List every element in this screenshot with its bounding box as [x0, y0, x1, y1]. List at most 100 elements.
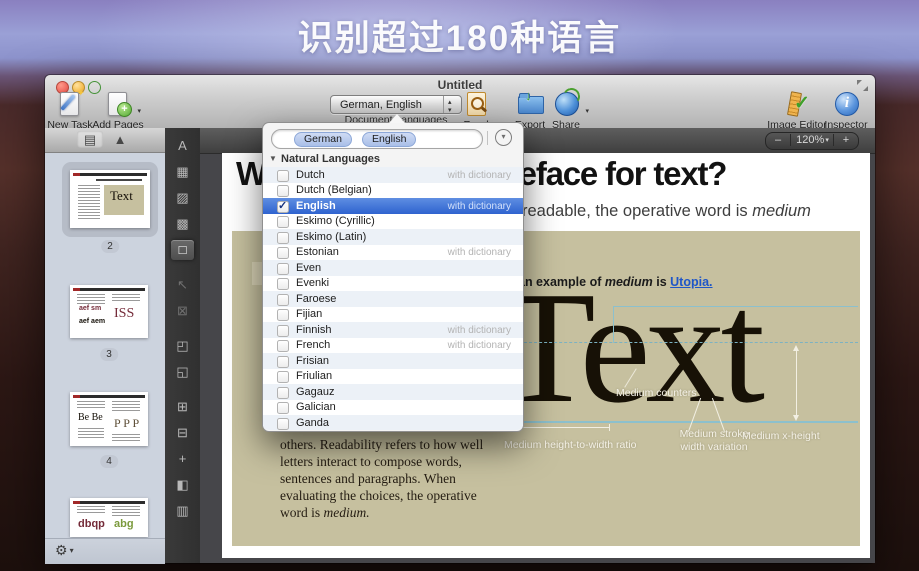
language-checkbox[interactable]	[277, 325, 289, 337]
article-paragraph: others. Readability refers to how well l…	[280, 436, 485, 521]
thumbnail-sidebar: ▤ ▲ Text 2 aef sm aef aem ISS	[45, 128, 165, 563]
language-label: Estonian	[296, 246, 339, 258]
language-row-french[interactable]: Frenchwith dictionary	[263, 338, 523, 354]
language-label: Dutch	[296, 169, 325, 181]
bring-forward-tool[interactable]: ◰	[171, 336, 194, 356]
language-row-finnish[interactable]: Finnishwith dictionary	[263, 322, 523, 338]
sidebar-tab-bar: ▤ ▲	[45, 128, 166, 153]
gear-menu-icon[interactable]: ⚙	[55, 542, 72, 559]
split-cells-tool[interactable]: +	[171, 449, 194, 469]
table-layout-tool[interactable]: ▥	[171, 501, 194, 521]
dictionary-badge: with dictionary	[448, 325, 511, 336]
language-checkbox[interactable]	[277, 402, 289, 414]
language-row-estonian[interactable]: Estonianwith dictionary	[263, 245, 523, 261]
token-separator	[487, 131, 488, 145]
zoom-level-button[interactable]: 120%	[791, 134, 833, 146]
language-row-dutch-belgian[interactable]: Dutch (Belgian)	[263, 183, 523, 199]
thumb5-sample-a: dbqp	[78, 518, 105, 530]
table-region-tool[interactable]: ▦	[171, 162, 194, 182]
new-task-icon: ✦	[53, 90, 87, 117]
language-checkbox[interactable]	[277, 247, 289, 259]
language-row-galician[interactable]: Galician	[263, 400, 523, 416]
language-row-eskimo-latin[interactable]: Eskimo (Latin)	[263, 229, 523, 245]
add-table-row-tool[interactable]: ⊞	[171, 397, 194, 417]
thumb4-sample-b: P P P	[114, 416, 139, 431]
thumb3-sample-c: ISS	[114, 306, 134, 322]
pages-tab[interactable]: ▤	[77, 131, 103, 148]
send-backward-tool[interactable]: ◱	[171, 362, 194, 382]
language-row-english[interactable]: Englishwith dictionary	[263, 198, 523, 214]
page-number-3: 3	[100, 348, 118, 361]
language-checkbox[interactable]	[277, 294, 289, 306]
region-toolstrip: A ▦ ▨ ▩ □ ↖ ⊠ ◰ ◱ ⊞ ⊟ + ◧ ▥	[165, 128, 201, 563]
cap-height-guide	[613, 306, 858, 307]
inspector-icon: i	[829, 90, 863, 117]
language-checkbox[interactable]	[277, 185, 289, 197]
zoom-out-button[interactable]: –	[766, 134, 791, 146]
language-checkbox[interactable]	[277, 371, 289, 383]
merge-cells-tool[interactable]: ◧	[171, 475, 194, 495]
token-english[interactable]: English	[362, 132, 416, 147]
language-label: Even	[296, 262, 321, 274]
dictionary-badge: with dictionary	[448, 170, 511, 181]
thumbnail-page-5[interactable]: dbqp abg	[70, 498, 148, 537]
issues-tab[interactable]: ▲	[107, 131, 133, 148]
document-languages-dropdown[interactable]: German, English	[330, 95, 462, 114]
recents-icon[interactable]: ▾	[495, 129, 512, 146]
vertical-guide	[613, 306, 614, 343]
share-button[interactable]: ▾ Share	[534, 90, 598, 122]
popover-arrow	[389, 114, 405, 123]
language-row-ganda[interactable]: Ganda	[263, 415, 523, 430]
language-checkbox[interactable]	[277, 216, 289, 228]
language-label: Dutch (Belgian)	[296, 184, 372, 196]
language-label: Faroese	[296, 293, 336, 305]
language-row-frisian[interactable]: Frisian	[263, 353, 523, 369]
thumb3-sample-a: aef sm	[79, 305, 101, 312]
image-region-tool[interactable]: ▨	[171, 188, 194, 208]
inspector-button[interactable]: i Inspector	[814, 90, 878, 122]
language-checkbox[interactable]	[277, 387, 289, 399]
annotation-xheight: Medium x-height	[742, 430, 820, 442]
language-token-field[interactable]: German English	[271, 129, 483, 149]
select-region-tool[interactable]: ↖	[171, 275, 194, 295]
delete-region-tool[interactable]: ⊠	[171, 301, 194, 321]
language-label: Eskimo (Latin)	[296, 231, 366, 243]
language-checkbox[interactable]	[277, 170, 289, 182]
language-label: Frisian	[296, 355, 329, 367]
language-checkbox[interactable]	[277, 418, 289, 430]
text-region-tool[interactable]: A	[171, 136, 194, 156]
language-popover: German English ▾ ▼ Natural Languages Dut…	[262, 122, 524, 432]
disclosure-triangle-icon[interactable]: ▼	[269, 154, 277, 163]
language-row-fijian[interactable]: Fijian	[263, 307, 523, 323]
language-checkbox[interactable]	[277, 356, 289, 368]
zoom-in-button[interactable]: +	[833, 134, 858, 146]
barcode-region-tool[interactable]: ▩	[171, 214, 194, 234]
thumbnail-page-2[interactable]: Text	[70, 170, 150, 228]
language-row-dutch[interactable]: Dutch with dictionary	[263, 167, 523, 183]
language-checkbox[interactable]	[277, 263, 289, 275]
language-checkbox[interactable]	[277, 309, 289, 321]
language-row-evenki[interactable]: Evenki	[263, 276, 523, 292]
language-checkbox[interactable]	[277, 201, 289, 213]
language-checkbox[interactable]	[277, 278, 289, 290]
language-checkbox[interactable]	[277, 232, 289, 244]
add-pages-button[interactable]: +▾ Add Pages	[86, 90, 150, 122]
language-row-eskimo-cyrillic[interactable]: Eskimo (Cyrillic)	[263, 214, 523, 230]
thumbnail-page-3[interactable]: aef sm aef aem ISS	[70, 285, 148, 338]
thumbnail-page-4[interactable]: Be Be P P P	[70, 392, 148, 446]
language-label: Evenki	[296, 277, 329, 289]
window-header: Untitled ✦ New Task +▾ Add Pages German,…	[45, 75, 875, 129]
language-row-friulian[interactable]: Friulian	[263, 369, 523, 385]
language-row-faroese[interactable]: Faroese	[263, 291, 523, 307]
token-german[interactable]: German	[294, 132, 352, 147]
language-row-gagauz[interactable]: Gagauz	[263, 384, 523, 400]
share-icon: ▾	[549, 90, 583, 117]
language-checkbox[interactable]	[277, 340, 289, 352]
blank-region-tool[interactable]: □	[171, 240, 194, 260]
hero-title: 识别超过180种语言	[0, 10, 919, 61]
thumb4-sample-a: Be Be	[78, 412, 103, 423]
language-label: French	[296, 339, 330, 351]
x-height-guide	[504, 342, 858, 343]
language-row-even[interactable]: Even	[263, 260, 523, 276]
add-table-column-tool[interactable]: ⊟	[171, 423, 194, 443]
